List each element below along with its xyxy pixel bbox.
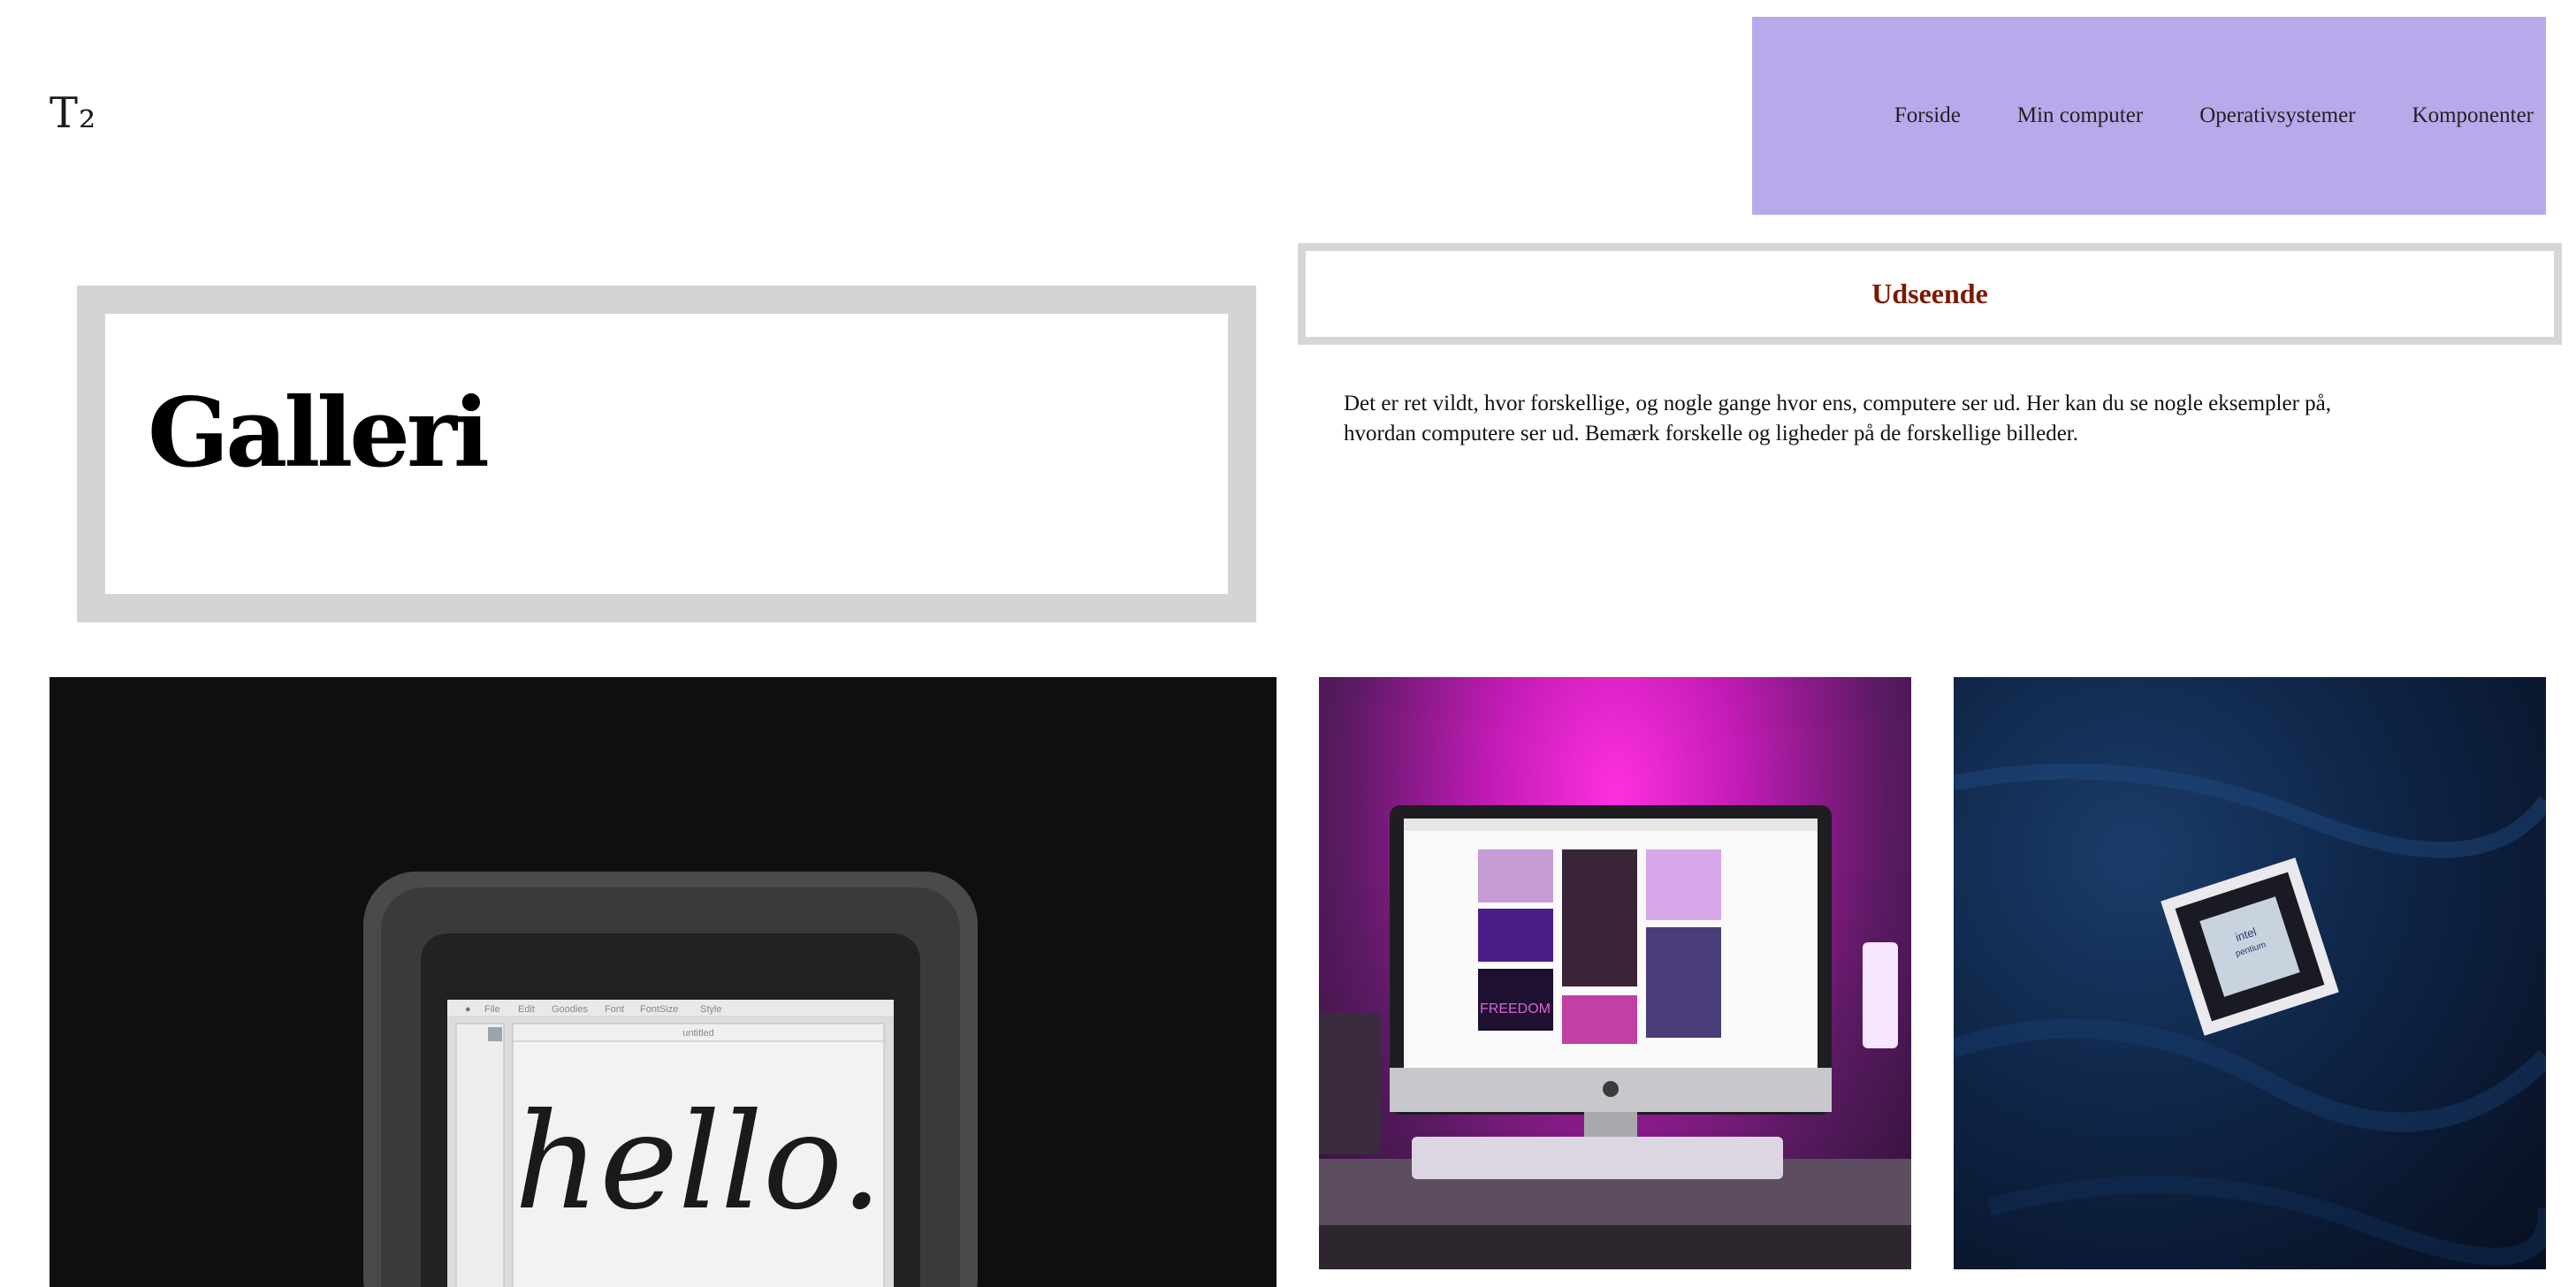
desk-decoration-left	[1319, 1013, 1381, 1154]
nav-link-operativsystemer[interactable]: Operativsystemer	[2199, 103, 2355, 128]
imac-browser-bar	[1404, 819, 1818, 831]
mac-menu-goodies: Goodies	[552, 1004, 588, 1015]
mac-menu-edit: Edit	[518, 1004, 535, 1015]
imac-thumb-7	[1646, 927, 1721, 1038]
imac-thumb-2	[1478, 909, 1553, 962]
page-title: Galleri	[148, 377, 490, 489]
mac-menu-font: Font	[605, 1004, 624, 1015]
gallery-title-frame: Galleri	[77, 286, 1256, 622]
cpu-chip: intel pentium	[2161, 857, 2339, 1036]
page: T₂ Forside Min computer Operativsystemer…	[0, 0, 2576, 1287]
apple-logo-icon	[1603, 1081, 1619, 1097]
mac-menu-fontsize: FontSize	[640, 1004, 678, 1015]
gallery-image-cpu-chip[interactable]: intel pentium	[1954, 677, 2546, 1269]
fabric-fold-2	[1954, 1018, 2546, 1132]
nav-link-forside[interactable]: Forside	[1894, 103, 1961, 128]
imac-thumb-5	[1562, 995, 1637, 1044]
section-intro-line-1: Det er ret vildt, hvor forskellige, og n…	[1344, 392, 2332, 415]
imac-thumb-6	[1646, 849, 1721, 920]
mac-tool-palette	[455, 1023, 505, 1287]
mac-menu-file: File	[484, 1004, 500, 1015]
desk-lamp	[1863, 942, 1898, 1048]
desk-edge	[1319, 1225, 1911, 1269]
imac-thumb-1	[1478, 849, 1553, 902]
site-logo[interactable]: T₂	[50, 88, 96, 138]
mac-window-title: untitled	[682, 1028, 713, 1039]
mac-hello-text: hello.	[514, 1085, 883, 1239]
fabric-fold-1	[1954, 763, 2546, 858]
section-title: Udseende	[1871, 278, 1988, 309]
cpu-chip-illustration: intel pentium	[1954, 763, 2546, 1266]
mac-apple-glyph: ●	[465, 1004, 471, 1015]
nav-link-min-computer[interactable]: Min computer	[2017, 103, 2143, 128]
imac-freedom-text: FREEDOM	[1480, 1001, 1551, 1017]
gallery-image-macintosh[interactable]: ● File Edit Goodies Font FontSize Style …	[50, 677, 1277, 1287]
section-heading-box: Udseende	[1298, 243, 2562, 345]
imac-thumb-4	[1562, 849, 1637, 986]
nav-link-komponenter[interactable]: Komponenter	[2412, 103, 2534, 128]
imac-thumb-3	[1478, 969, 1553, 1031]
imac-desk-illustration: FREEDOM	[1319, 805, 1911, 1269]
gallery-title-inner: Galleri	[105, 314, 1228, 594]
section-intro: Det er ret vildt, hvor forskellige, og n…	[1344, 389, 2493, 449]
section-intro-line-2: hvordan computere ser ud. Bemærk forskel…	[1344, 422, 2078, 446]
fabric-fold-3	[1986, 1176, 2546, 1266]
macintosh-illustration: ● File Edit Goodies Font FontSize Style …	[363, 872, 978, 1287]
main-navigation: Forside Min computer Operativsystemer Ko…	[1752, 17, 2546, 215]
mac-tool-selected	[488, 1027, 502, 1041]
keyboard	[1412, 1137, 1783, 1179]
gallery-image-imac-desk[interactable]: FREEDOM	[1319, 677, 1911, 1269]
mac-menu-style: Style	[700, 1004, 721, 1015]
